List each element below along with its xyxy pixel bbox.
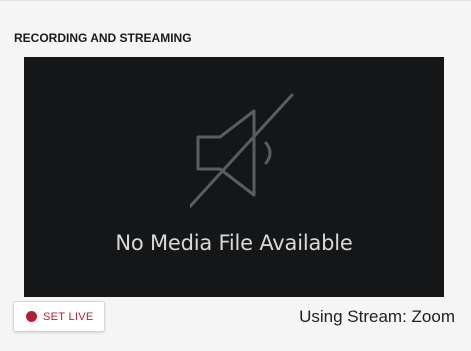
stream-status: Using Stream: Zoom xyxy=(299,307,455,326)
media-player: No Media File Available xyxy=(24,57,444,297)
set-live-button[interactable]: SET LIVE xyxy=(13,301,105,332)
no-media-message: No Media File Available xyxy=(115,231,353,255)
recording-streaming-panel: RECORDING AND STREAMING No Media File Av… xyxy=(0,0,471,351)
section-title: RECORDING AND STREAMING xyxy=(14,31,192,45)
live-dot-icon xyxy=(26,311,37,322)
speaker-muted-icon xyxy=(190,93,294,209)
set-live-label: SET LIVE xyxy=(43,310,94,323)
